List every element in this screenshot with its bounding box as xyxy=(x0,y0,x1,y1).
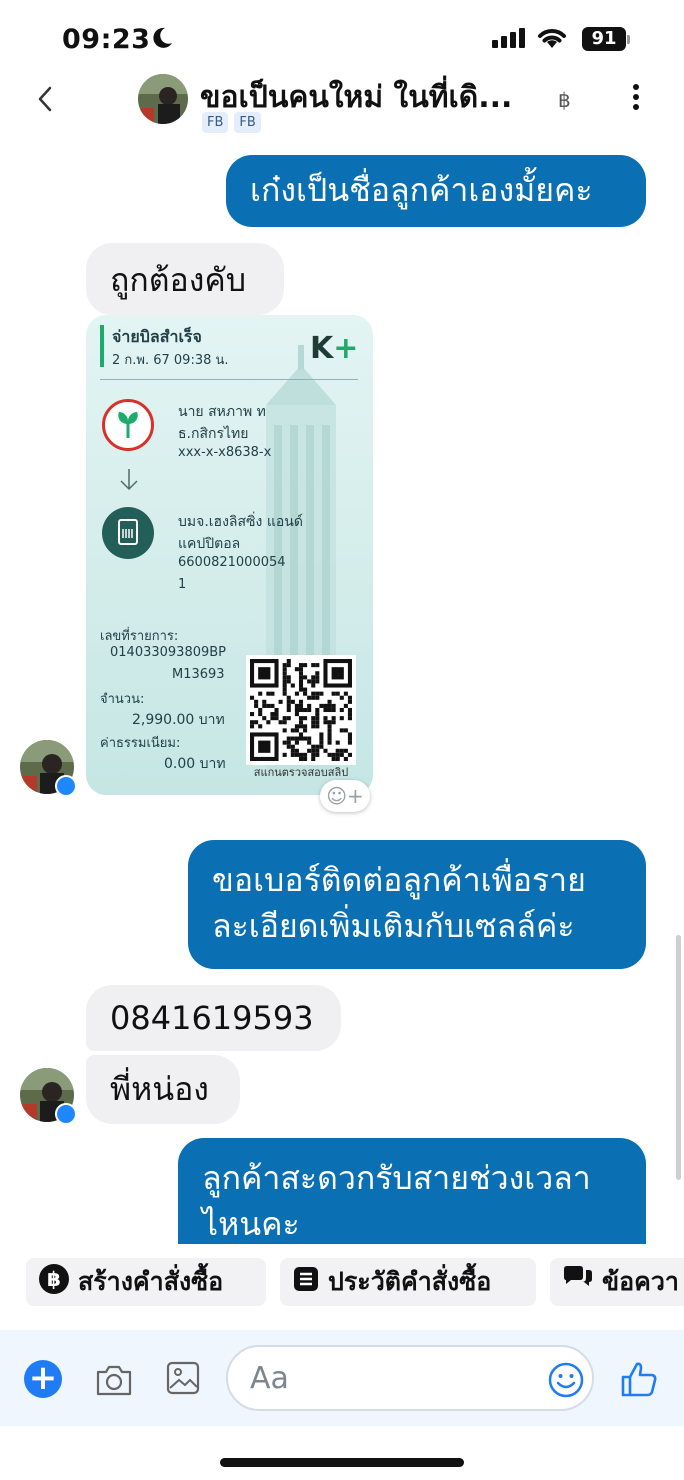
gallery-icon[interactable] xyxy=(166,1360,200,1396)
more-options-icon[interactable] xyxy=(626,84,646,114)
qr-caption: สแกนตรวจสอบสลิป xyxy=(253,766,349,779)
receipt-title: จ่ายบิลสำเร็จ xyxy=(112,327,202,346)
message-outgoing[interactable]: ขอเบอร์ติดต่อลูกค้าเพื่อราย ละเอียดเพิ่ม… xyxy=(188,840,646,969)
add-reaction-icon[interactable]: ☺+ xyxy=(320,780,370,812)
message-text-line: ไหนคะ xyxy=(202,1205,300,1243)
moon-icon xyxy=(153,27,172,48)
baht-icon: ฿ xyxy=(38,1263,70,1301)
message-outgoing[interactable]: ลูกค้าสะดวกรับสายช่วงเวลา ไหนคะ xyxy=(178,1138,646,1244)
svg-text:฿: ฿ xyxy=(47,1267,61,1291)
reference-label: เลขที่รายการ: xyxy=(100,629,179,644)
message-clip: ลูกค้าสะดวกรับสายช่วงเวลา ไหนคะ xyxy=(0,1138,684,1244)
kbank-logo-icon xyxy=(102,399,154,451)
message-incoming-phone[interactable]: 0841619593 xyxy=(86,985,341,1051)
message-outgoing[interactable]: เก๋งเป็นชื่อลูกค้าเองมั้ยคะ xyxy=(226,155,646,227)
message-input[interactable]: Aa xyxy=(226,1345,594,1411)
chat-header: ขอเป็นคนใหม่ ในที่เดิ... ฿ FB FB xyxy=(0,70,684,140)
amount-label: จำนวน: xyxy=(100,692,145,707)
message-text-line: ลูกค้าสะดวกรับสายช่วงเวลา xyxy=(202,1159,591,1197)
plus-icon[interactable]: + xyxy=(24,1360,62,1398)
battery-indicator: 91 xyxy=(582,27,626,51)
payee-name-line2: แคปปิตอล xyxy=(178,536,241,552)
thumbs-up-icon[interactable] xyxy=(620,1360,658,1398)
composer-bar: + Aa xyxy=(0,1330,684,1426)
message-text: ถูกต้องคับ xyxy=(110,261,247,299)
messenger-badge-icon xyxy=(55,1103,77,1125)
verification-qr-code xyxy=(246,655,356,765)
arrow-down-icon xyxy=(120,469,138,491)
bill-document-icon xyxy=(102,507,154,559)
message-text-line: ขอเบอร์ติดต่อลูกค้าเพื่อราย xyxy=(212,861,586,899)
source-badges: FB FB xyxy=(202,112,261,133)
receipt-datetime: 2 ก.พ. 67 09:38 น. xyxy=(112,353,229,368)
emoji-icon[interactable] xyxy=(548,1362,584,1398)
receipt-divider xyxy=(100,379,358,380)
kplus-logo: K+ xyxy=(310,331,359,366)
message-text-line: ละเอียดเพิ่มเติมกับเซลล์ค่ะ xyxy=(212,907,575,945)
baht-icon[interactable]: ฿ xyxy=(558,88,571,112)
chat-bubbles-icon xyxy=(562,1265,594,1299)
contact-avatar[interactable] xyxy=(138,74,188,124)
receipt-accent-bar xyxy=(100,325,104,367)
message-incoming[interactable]: ถูกต้องคับ xyxy=(86,243,284,315)
chip-label: สร้างคำสั่งซื้อ xyxy=(78,1267,224,1296)
messages-button[interactable]: ข้อควา xyxy=(550,1258,684,1306)
fb-badge: FB xyxy=(234,112,261,133)
back-chevron-icon[interactable] xyxy=(32,84,62,114)
payee-account-line1: 6600821000054 xyxy=(178,555,286,570)
status-bar: 09:23 91 xyxy=(0,0,684,70)
amount-value: 2,990.00 บาท xyxy=(132,712,225,728)
message-text: 0841619593 xyxy=(110,999,314,1037)
chip-label: ข้อควา xyxy=(602,1267,679,1296)
reference-line1: 014033093809BP xyxy=(110,645,227,660)
fee-value: 0.00 บาท xyxy=(164,756,226,772)
message-text: พี่หน่อง xyxy=(110,1070,209,1108)
reference-line2: M13693 xyxy=(172,667,225,682)
quick-actions-bar: ฿ สร้างคำสั่งซื้อ ประวัติคำสั่งซื้อ ข้อค… xyxy=(0,1258,684,1308)
payment-receipt-image[interactable]: จ่ายบิลสำเร็จ 2 ก.พ. 67 09:38 น. K+ นาย … xyxy=(86,315,373,795)
home-indicator[interactable] xyxy=(220,1458,464,1467)
camera-icon[interactable] xyxy=(94,1360,134,1400)
sender-bank: ธ.กสิกรไทย xyxy=(178,426,249,442)
payee-name-line1: บมจ.เฮงลิสซิ่ง แอนด์ xyxy=(178,514,303,530)
messenger-badge-icon xyxy=(55,775,77,797)
battery-nub xyxy=(627,35,630,44)
signal-icon xyxy=(492,28,525,48)
create-order-button[interactable]: ฿ สร้างคำสั่งซื้อ xyxy=(26,1258,266,1306)
order-history-button[interactable]: ประวัติคำสั่งซื้อ xyxy=(280,1258,536,1306)
message-text: เก๋งเป็นชื่อลูกค้าเองมั้ยคะ xyxy=(250,171,593,209)
message-incoming[interactable]: พี่หน่อง xyxy=(86,1055,240,1124)
sender-account: xxx-x-x8638-x xyxy=(178,445,272,460)
payee-account-line2: 1 xyxy=(178,577,187,592)
scrollbar[interactable] xyxy=(676,935,681,1180)
chip-label: ประวัติคำสั่งซื้อ xyxy=(328,1267,492,1296)
input-placeholder: Aa xyxy=(250,1361,289,1396)
fb-badge: FB xyxy=(202,112,229,133)
status-time: 09:23 xyxy=(62,24,151,55)
order-history-icon xyxy=(292,1265,320,1299)
wifi-icon xyxy=(538,29,566,48)
fee-label: ค่าธรรมเนียม: xyxy=(100,736,181,751)
sender-name: นาย สหภาพ ท xyxy=(178,404,266,420)
